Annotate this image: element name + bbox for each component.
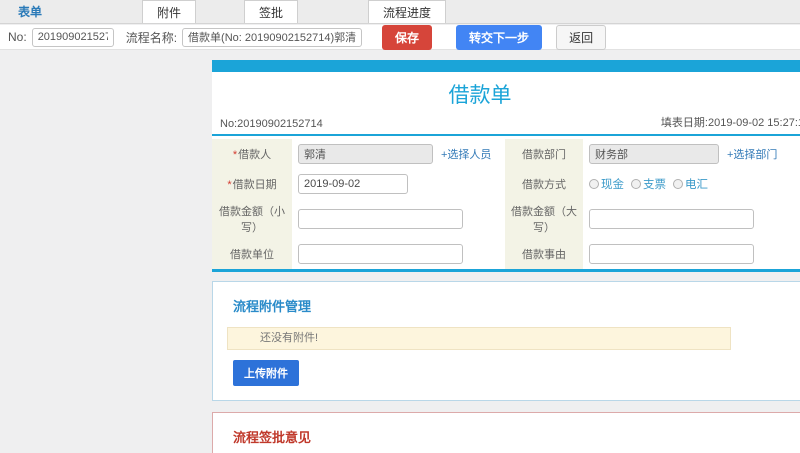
borrower-label: *借款人 xyxy=(212,139,292,169)
borrower-input xyxy=(298,144,433,164)
loan-reason-field xyxy=(583,239,800,269)
radio-cheque[interactable]: 支票 xyxy=(631,176,666,192)
form-grid: *借款人 +选择人员 借款部门 +选择部门 *借款日期 借款方式 xyxy=(212,139,800,272)
loan-unit-field xyxy=(292,239,505,269)
tab-form[interactable]: 表单 xyxy=(4,0,56,23)
save-button[interactable]: 保存 xyxy=(382,24,433,50)
loan-unit-label: 借款单位 xyxy=(212,239,292,269)
amount-lowercase-field xyxy=(292,199,505,239)
no-attachments-message: 还没有附件! xyxy=(227,327,731,350)
loan-unit-input[interactable] xyxy=(298,244,463,264)
loan-reason-label: 借款事由 xyxy=(505,239,583,269)
process-name-input[interactable] xyxy=(182,27,363,47)
loan-method-field: 现金 支票 电汇 xyxy=(583,169,800,199)
upload-attachment-button[interactable]: 上传附件 xyxy=(233,360,299,386)
loan-date-field xyxy=(292,169,505,199)
required-mark: * xyxy=(232,149,238,161)
radio-icon[interactable] xyxy=(589,179,599,189)
tab-bar: 表单 附件 签批 流程进度 xyxy=(0,0,800,24)
amount-uppercase-input[interactable] xyxy=(589,209,754,229)
back-button[interactable]: 返回 xyxy=(556,24,607,50)
radio-cash[interactable]: 现金 xyxy=(589,176,624,192)
radio-icon[interactable] xyxy=(631,179,641,189)
loan-method-label: 借款方式 xyxy=(505,169,583,199)
form-meta-row: No:20190902152714 填表日期:2019-09-02 15:27:… xyxy=(212,112,800,136)
radio-icon[interactable] xyxy=(673,179,683,189)
tab-attachments[interactable]: 附件 xyxy=(142,0,197,23)
process-name-label: 流程名称: xyxy=(125,30,178,45)
no-label: No: xyxy=(8,30,27,44)
amount-uppercase-field xyxy=(583,199,800,239)
radio-wire[interactable]: 电汇 xyxy=(673,176,708,192)
loan-reason-input[interactable] xyxy=(589,244,754,264)
amount-lowercase-label: 借款金额（小写） xyxy=(212,199,292,239)
select-department-link[interactable]: +选择部门 xyxy=(727,146,777,162)
attachments-card: 流程附件管理 还没有附件! 上传附件 xyxy=(212,281,800,401)
amount-uppercase-label: 借款金额（大写） xyxy=(505,199,583,239)
approval-card: 流程签批意见 B I abc ✎ ∞ ∞ ⚑ ⇤ ⇥ ” 样式 ▾ xyxy=(212,412,800,453)
tab-process-progress[interactable]: 流程进度 xyxy=(368,0,447,23)
action-bar: No: 流程名称: 保存 转交下一步 返回 xyxy=(0,24,800,50)
loan-date-input[interactable] xyxy=(298,174,408,194)
loan-date-label: *借款日期 xyxy=(212,169,292,199)
amount-lowercase-input[interactable] xyxy=(298,209,463,229)
loan-form-card: 借款单 No:20190902152714 填表日期:2019-09-02 15… xyxy=(212,60,800,272)
select-person-link[interactable]: +选择人员 xyxy=(441,146,491,162)
approval-heading: 流程签批意见 xyxy=(233,430,312,445)
form-title: 借款单 xyxy=(448,84,512,107)
department-input xyxy=(589,144,719,164)
form-header-bar xyxy=(212,60,800,72)
required-mark: * xyxy=(227,179,232,191)
borrower-field: +选择人员 xyxy=(292,139,505,169)
main-panel: 借款单 No:20190902152714 填表日期:2019-09-02 15… xyxy=(212,60,800,453)
tab-approval[interactable]: 签批 xyxy=(244,0,299,23)
next-step-button[interactable]: 转交下一步 xyxy=(456,24,543,50)
no-input[interactable] xyxy=(31,27,114,47)
doc-number: No:20190902152714 xyxy=(220,118,323,130)
fill-date: 填表日期:2019-09-02 15:27:1 xyxy=(660,117,800,129)
department-field: +选择部门 xyxy=(583,139,800,169)
department-label: 借款部门 xyxy=(505,139,583,169)
loan-method-options: 现金 支票 电汇 xyxy=(589,176,708,192)
attachments-heading: 流程附件管理 xyxy=(233,299,312,314)
